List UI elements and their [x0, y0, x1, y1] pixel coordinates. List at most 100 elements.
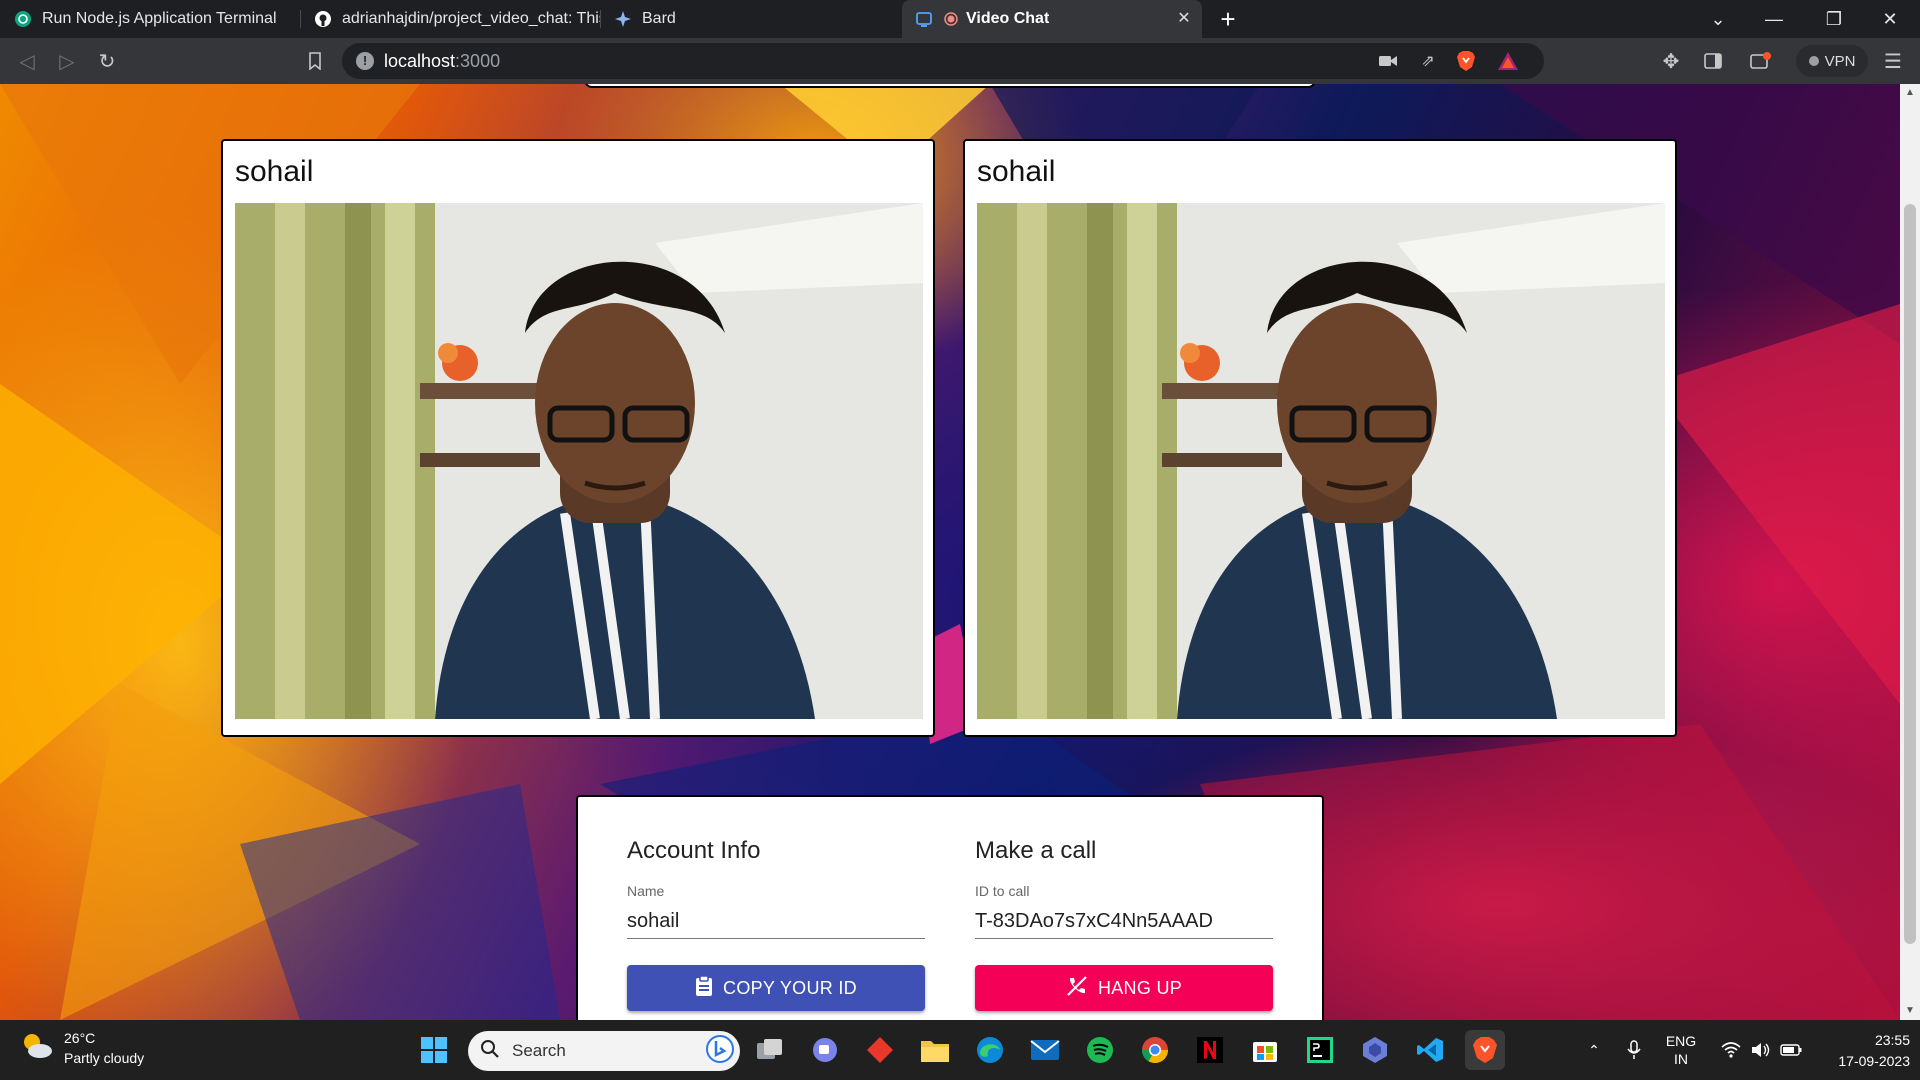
spotify-icon[interactable] — [1080, 1030, 1120, 1070]
tab-github[interactable]: adrianhajdin/project_video_chat: This i — [300, 0, 600, 38]
make-call-section: Make a call ID to call HANG UP — [975, 837, 1273, 1011]
app-diamond-icon[interactable] — [860, 1030, 900, 1070]
wifi-icon[interactable] — [1716, 1020, 1746, 1080]
tab-run-nodejs[interactable]: Run Node.js Application Terminal — [0, 0, 300, 38]
power-automate-icon[interactable] — [1355, 1030, 1395, 1070]
peer-video-card: sohail — [963, 139, 1677, 737]
tab-title: Run Node.js Application Terminal — [42, 10, 277, 27]
microsoft-store-icon[interactable] — [1245, 1030, 1285, 1070]
menu-hamburger-icon[interactable]: ☰ — [1878, 46, 1908, 76]
page-viewport: sohail sohail Account Info Name sohail C… — [0, 84, 1900, 1020]
browser-tab-strip: Run Node.js Application Terminal adrianh… — [0, 0, 1920, 38]
close-window-icon[interactable]: ✕ — [1862, 0, 1918, 38]
bookmark-icon[interactable] — [300, 46, 330, 76]
clock-time: 23:55 — [1874, 1032, 1910, 1048]
tab-title: adrianhajdin/project_video_chat: This i — [342, 10, 600, 27]
new-tab-button[interactable]: + — [1212, 4, 1244, 34]
peer-video-stream — [977, 203, 1665, 719]
minimize-icon[interactable]: — — [1746, 0, 1802, 38]
vscode-icon[interactable] — [1410, 1030, 1450, 1070]
camera-in-use-icon[interactable] — [1376, 49, 1400, 73]
hang-up-label: HANG UP — [1097, 977, 1183, 998]
language-code: ENG — [1665, 1033, 1697, 1049]
bard-sparkle-icon — [614, 10, 632, 28]
reload-icon[interactable]: ↻ — [92, 46, 122, 76]
tab-title: Bard — [642, 10, 676, 27]
vpn-label: VPN — [1824, 52, 1856, 70]
tab-bard[interactable]: Bard — [600, 0, 900, 38]
page-scrollbar[interactable]: ▲ ▼ — [1900, 84, 1920, 1020]
call-options-panel: Account Info Name COPY YOUR ID Make a ca… — [576, 795, 1324, 1020]
top-header-bar — [584, 84, 1316, 88]
volume-icon[interactable] — [1746, 1020, 1776, 1080]
partly-cloudy-icon — [20, 1031, 54, 1066]
hang-up-button[interactable]: HANG UP — [975, 965, 1273, 1011]
sidebar-toggle-icon[interactable] — [1698, 46, 1728, 76]
video-username: sohail — [977, 155, 1056, 188]
taskbar-search-box[interactable]: Search — [468, 1031, 740, 1071]
name-input[interactable] — [627, 905, 925, 939]
windows-start-icon[interactable] — [414, 1030, 454, 1070]
restore-icon[interactable]: ❐ — [1806, 0, 1862, 38]
search-icon — [480, 1039, 500, 1064]
copy-id-label: COPY YOUR ID — [723, 977, 857, 998]
brave-shields-icon[interactable] — [1454, 49, 1478, 73]
pycharm-icon[interactable] — [1300, 1030, 1340, 1070]
browser-toolbar: ◁ ▷ ↻ ! localhost:3000 ⇗ ✥ VPN ☰ — [0, 38, 1920, 84]
mail-icon[interactable] — [1025, 1030, 1065, 1070]
name-label: Name — [627, 883, 665, 899]
id-to-call-input[interactable] — [975, 905, 1273, 939]
forward-icon[interactable]: ▷ — [52, 46, 82, 76]
site-info-icon[interactable]: ! — [356, 52, 374, 70]
account-info-heading: Account Info — [627, 837, 761, 864]
my-video-stream — [235, 203, 923, 719]
back-icon[interactable]: ◁ — [12, 46, 42, 76]
battery-icon[interactable] — [1776, 1020, 1806, 1080]
id-to-call-label: ID to call — [975, 883, 1030, 899]
file-explorer-icon[interactable] — [915, 1030, 955, 1070]
chrome-icon[interactable] — [1135, 1030, 1175, 1070]
make-call-heading: Make a call — [975, 837, 1097, 864]
phone-disabled-icon — [1066, 975, 1088, 1002]
show-hidden-icons-chevron-icon[interactable]: ⌃ — [1580, 1020, 1608, 1080]
github-icon — [314, 10, 332, 28]
search-placeholder: Search — [512, 1041, 566, 1060]
edge-icon[interactable] — [970, 1030, 1010, 1070]
language-indicator[interactable]: ENG IN — [1660, 1020, 1702, 1080]
bing-icon — [706, 1034, 734, 1068]
my-video-card: sohail — [221, 139, 935, 737]
vpn-button[interactable]: VPN — [1796, 45, 1868, 77]
weather-widget[interactable]: 26°C Partly cloudy — [20, 1028, 144, 1068]
address-bar[interactable]: ! localhost:3000 ⇗ — [342, 43, 1544, 79]
netflix-icon[interactable] — [1190, 1030, 1230, 1070]
windows-taskbar: 26°C Partly cloudy Search ⌃ ENG IN 23:55… — [0, 1020, 1920, 1080]
close-tab-icon[interactable]: ✕ — [1174, 9, 1194, 29]
taskbar-clock[interactable]: 23:55 17-09-2023 — [1812, 1030, 1910, 1072]
share-icon[interactable]: ⇗ — [1416, 49, 1440, 73]
copy-id-button[interactable]: COPY YOUR ID — [627, 965, 925, 1011]
extensions-icon[interactable]: ✥ — [1656, 46, 1686, 76]
scrollbar-thumb[interactable] — [1904, 204, 1916, 944]
address-url: localhost:3000 — [384, 51, 501, 71]
openai-icon — [14, 10, 32, 28]
brave-wallet-icon[interactable] — [1746, 46, 1776, 76]
teams-chat-icon[interactable] — [805, 1030, 845, 1070]
clipboard-icon — [695, 974, 713, 1002]
tab-title: Video Chat — [966, 10, 1050, 27]
scroll-down-arrow-icon[interactable]: ▼ — [1900, 1002, 1920, 1020]
task-view-icon[interactable] — [750, 1030, 790, 1070]
weather-temp: 26°C — [64, 1030, 96, 1046]
vpn-status-icon — [1808, 56, 1819, 66]
microphone-icon[interactable] — [1620, 1020, 1648, 1080]
clock-date: 17-09-2023 — [1838, 1053, 1910, 1069]
scroll-up-arrow-icon[interactable]: ▲ — [1900, 84, 1920, 102]
tab-video-chat[interactable]: Video Chat ✕ — [902, 0, 1202, 38]
brave-rewards-icon[interactable] — [1496, 49, 1520, 73]
account-info-section: Account Info Name COPY YOUR ID — [627, 837, 925, 1011]
recording-icon — [944, 10, 958, 28]
brave-browser-icon[interactable] — [1465, 1030, 1505, 1070]
video-chat-icon — [916, 10, 934, 28]
tab-search-chevron-icon[interactable]: ⌄ — [1690, 0, 1746, 38]
language-region: IN — [1674, 1051, 1688, 1067]
weather-condition: Partly cloudy — [64, 1050, 145, 1066]
